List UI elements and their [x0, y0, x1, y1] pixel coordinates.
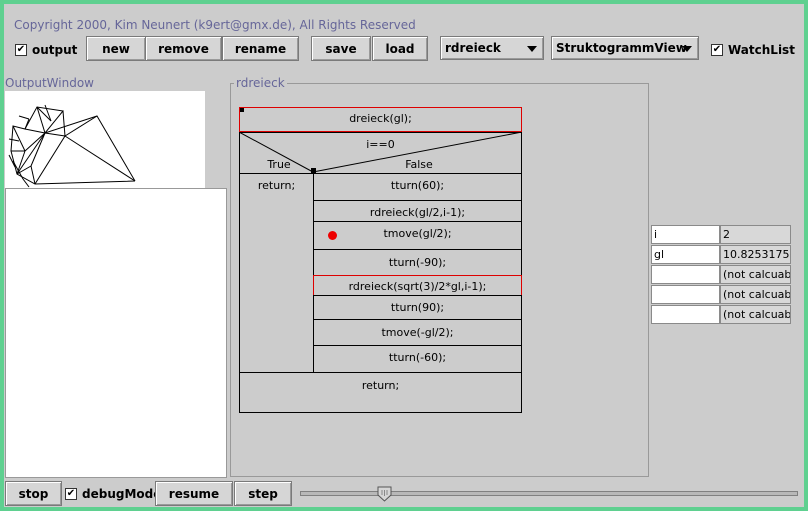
ns-condition-text[interactable]: i==0 [239, 138, 522, 151]
turtle-path-segment [12, 160, 24, 180]
step-button[interactable]: step [234, 481, 292, 506]
ns-header-text: dreieck(gl); [349, 112, 412, 125]
procedure-select-value: rdreieck [445, 41, 501, 55]
debug-mode-checkbox-box[interactable]: ✔ [65, 488, 77, 500]
ns-statement-text: tturn(90); [390, 301, 445, 314]
ns-footer-text: return; [361, 379, 400, 392]
ns-statement-text: tmove(gl/2); [383, 227, 452, 240]
turtle-canvas [5, 91, 205, 188]
application-window: Copyright 2000, Kim Neunert (k9ert@gmx.d… [4, 4, 804, 507]
output-checkbox-box[interactable]: ✔ [15, 44, 27, 56]
turtle-path-segment [34, 135, 66, 185]
turtle-path-segment [62, 110, 66, 137]
chevron-down-icon [527, 46, 537, 52]
speed-slider[interactable] [300, 486, 798, 502]
watch-value: 10.8253175 [720, 245, 791, 264]
ns-statement-text: tturn(-60); [388, 351, 447, 364]
turtle-path-segment [64, 115, 98, 137]
turtle-path-segment [30, 165, 36, 185]
watchlist-checkbox[interactable]: ✔ WatchList [711, 41, 795, 59]
turtle-path-segment [12, 125, 26, 152]
watch-name-field[interactable] [651, 285, 720, 304]
slider-track[interactable] [300, 491, 798, 496]
chevron-down-icon [682, 46, 692, 52]
watch-value: (not calcuab [720, 305, 791, 324]
watch-value: 2 [720, 225, 791, 244]
rename-button[interactable]: rename [222, 36, 299, 61]
ns-statement-text: rdreieck(sqrt(3)/2*gl,i-1); [348, 280, 487, 293]
turtle-path-segment [24, 128, 46, 134]
output-window-title: OutputWindow [5, 76, 94, 90]
watchlist-checkbox-box[interactable]: ✔ [711, 44, 723, 56]
turtle-path-segment [30, 132, 46, 167]
new-button[interactable]: new [86, 36, 146, 61]
watch-name-field[interactable]: i [651, 225, 720, 244]
struktogramm-title: rdreieck [234, 76, 287, 90]
ns-true-branch[interactable] [239, 173, 314, 373]
stop-button[interactable]: stop [5, 481, 62, 506]
debug-mode-checkbox-label: debugMode [82, 487, 162, 501]
watch-value: (not calcuab [720, 265, 791, 284]
copyright-text: Copyright 2000, Kim Neunert (k9ert@gmx.d… [14, 18, 416, 32]
watch-value: (not calcuab [720, 285, 791, 304]
ns-true-label: True [267, 158, 291, 171]
procedure-select[interactable]: rdreieck [440, 36, 544, 60]
ns-true-statement: return; [257, 179, 296, 192]
turtle-path-segment [24, 118, 30, 130]
resume-button[interactable]: resume [155, 481, 233, 506]
output-text-area[interactable] [5, 188, 227, 478]
watchlist-checkbox-label: WatchList [728, 43, 795, 57]
view-select[interactable]: StruktogrammView [551, 36, 699, 60]
slider-thumb-icon[interactable] [377, 486, 392, 502]
ns-false-label: False [405, 158, 433, 171]
remove-button[interactable]: remove [145, 36, 222, 61]
load-button[interactable]: load [372, 36, 428, 61]
save-button[interactable]: save [311, 36, 371, 61]
ns-statement-text: rdreieck(gl/2,i-1); [369, 206, 466, 219]
turtle-drawing [8, 104, 136, 188]
ns-statement-text: tturn(-90); [388, 256, 447, 269]
watch-name-field[interactable]: gl [651, 245, 720, 264]
watch-name-field[interactable] [651, 305, 720, 324]
turtle-path-segment [64, 135, 136, 182]
output-checkbox-label: output [32, 43, 78, 57]
debug-mode-checkbox[interactable]: ✔ debugMode [65, 485, 161, 503]
ns-statement-text: tturn(60); [390, 179, 445, 192]
output-checkbox[interactable]: ✔ output [15, 41, 77, 59]
turtle-path-segment [44, 132, 66, 137]
ns-statement-text: tmove(-gl/2); [381, 326, 454, 339]
view-select-value: StruktogrammView [556, 41, 687, 55]
watch-name-field[interactable] [651, 265, 720, 284]
turtle-path-outer [10, 106, 136, 185]
turtle-path-segment [8, 138, 20, 142]
turtle-path-segment [18, 115, 30, 120]
